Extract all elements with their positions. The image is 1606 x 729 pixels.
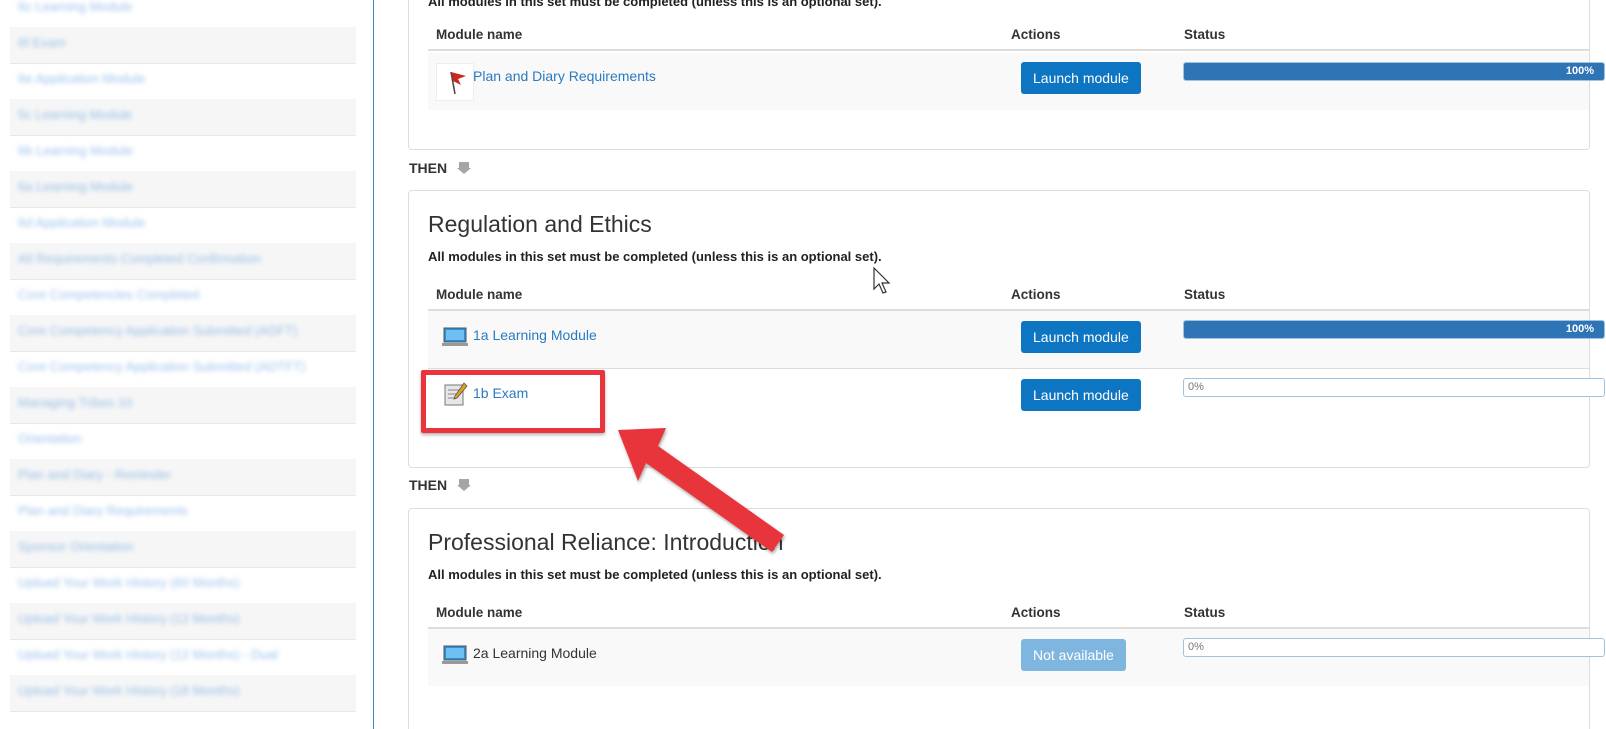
sidebar-item-label: Core Competencies Completed xyxy=(18,287,200,302)
sidebar-item-label: Upload Your Work History (12 Months) - D… xyxy=(18,647,278,662)
sidebar-item[interactable]: Managing Tribes 10 xyxy=(10,387,356,424)
sidebar-item-label: 6c Learning Module xyxy=(18,0,133,14)
sidebar-item-label: Upload Your Work History (18 Months) xyxy=(18,683,240,698)
then-label: THEN xyxy=(409,160,448,176)
progress-label: 100% xyxy=(1565,65,1594,77)
arrow-down-icon xyxy=(457,161,472,178)
laptop-icon xyxy=(442,641,468,667)
sidebar-item-label: Upload Your Work History (60 Months) xyxy=(18,575,240,590)
module-set-professional-reliance: Professional Reliance: Introduction All … xyxy=(408,508,1605,729)
launch-module-button[interactable]: Launch module xyxy=(1021,321,1141,353)
sidebar-item[interactable]: 5c Learning Module xyxy=(10,99,356,136)
sidebar-item[interactable]: Core Competency Application Submitted (A… xyxy=(10,351,356,388)
sidebar-item-label: 6a Learning Module xyxy=(18,179,133,194)
sidebar: 6c Learning Module 6f Exam 6e Application … xyxy=(0,0,374,729)
annotation-highlight-box xyxy=(421,370,605,433)
sidebar-item-label: All Requirements Completed Confirmation xyxy=(18,251,261,266)
sidebar-item-label: Core Competency Application Submitted (A… xyxy=(18,323,298,338)
sidebar-item-label: Orientation xyxy=(18,431,82,446)
then-label: THEN xyxy=(409,477,448,493)
table-row: Plan and Diary Requirements Launch modul… xyxy=(428,53,1605,110)
progress-label: 100% xyxy=(1565,323,1594,335)
progress-bar: 0% xyxy=(1183,378,1605,397)
table-header: Module name Actions Status xyxy=(428,597,1589,629)
sidebar-item-label: Plan and Diary - Reminder xyxy=(18,467,172,482)
sidebar-item[interactable]: 6f Exam xyxy=(10,27,356,64)
module-link-1a[interactable]: 1a Learning Module xyxy=(473,327,597,343)
column-status: Status xyxy=(1184,605,1226,620)
then-separator: THEN xyxy=(409,477,472,495)
sidebar-item[interactable]: Core Competencies Completed xyxy=(10,279,356,316)
sidebar-item-label: Managing Tribes 10 xyxy=(18,395,133,410)
column-status: Status xyxy=(1184,287,1226,302)
sidebar-item-label: 5c Learning Module xyxy=(18,107,133,122)
sidebar-item[interactable]: Upload Your Work History (12 Months) - D… xyxy=(10,639,356,676)
progress-label: 0% xyxy=(1188,381,1204,393)
progress-bar: 0% xyxy=(1183,638,1605,657)
column-module-name: Module name xyxy=(436,605,523,620)
sidebar-item[interactable]: Orientation xyxy=(10,423,356,460)
sidebar-item[interactable]: 6a Learning Module xyxy=(10,171,356,208)
column-actions: Actions xyxy=(1011,287,1061,302)
progress-bar: 100% xyxy=(1183,62,1605,81)
sidebar-item[interactable]: 6e Application Module xyxy=(10,63,356,100)
sidebar-item[interactable]: Upload Your Work History (18 Months) xyxy=(10,675,356,712)
not-available-button: Not available xyxy=(1021,639,1126,671)
sidebar-item-label: 6e Application Module xyxy=(18,71,146,86)
table-header: Module name Actions Status xyxy=(428,19,1589,51)
sidebar-item[interactable]: 6d Application Module xyxy=(10,207,356,244)
set-note: All modules in this set must be complete… xyxy=(428,249,882,264)
table-header: Module name Actions Status xyxy=(428,279,1589,311)
column-module-name: Module name xyxy=(436,287,523,302)
laptop-icon xyxy=(442,323,468,349)
mouse-cursor-icon xyxy=(873,267,891,294)
set-title: Regulation and Ethics xyxy=(428,211,652,237)
set-note: All modules in this set must be complete… xyxy=(428,0,882,9)
sidebar-item-label: 6d Application Module xyxy=(18,215,146,230)
sidebar-item[interactable]: 6c Learning Module xyxy=(10,0,356,28)
sidebar-item[interactable]: Upload Your Work History (12 Months) xyxy=(10,603,356,640)
sidebar-item[interactable]: Upload Your Work History (60 Months) xyxy=(10,567,356,604)
progress-bar: 100% xyxy=(1183,320,1605,339)
module-link-plan-diary[interactable]: Plan and Diary Requirements xyxy=(473,68,656,84)
sidebar-item-label: 6b Learning Module xyxy=(18,143,133,158)
column-actions: Actions xyxy=(1011,27,1061,42)
progress-label: 0% xyxy=(1188,641,1204,653)
sidebar-item-label: Plan and Diary Requirements xyxy=(18,503,188,518)
sidebar-item-label: Sponsor Orientation xyxy=(18,539,134,554)
module-set-plan-diary: All modules in this set must be complete… xyxy=(408,0,1605,150)
sidebar-item[interactable]: Plan and Diary - Reminder xyxy=(10,459,356,496)
then-separator: THEN xyxy=(409,160,472,178)
set-title: Professional Reliance: Introduction xyxy=(428,529,784,555)
column-actions: Actions xyxy=(1011,605,1061,620)
module-name-2a: 2a Learning Module xyxy=(473,645,597,661)
sidebar-item[interactable]: Plan and Diary Requirements xyxy=(10,495,356,532)
sidebar-item[interactable]: Core Competency Application Submitted (A… xyxy=(10,315,356,352)
sidebar-item-label: 6f Exam xyxy=(18,35,66,50)
launch-module-button[interactable]: Launch module xyxy=(1021,379,1141,411)
table-row: 2a Learning Module Not available 0% xyxy=(428,629,1605,686)
sidebar-item-label: Core Competency Application Submitted (A… xyxy=(18,359,306,374)
main-content: All modules in this set must be complete… xyxy=(374,0,1606,729)
sidebar-item[interactable]: 6b Learning Module xyxy=(10,135,356,172)
column-module-name: Module name xyxy=(436,27,523,42)
sidebar-item[interactable]: All Requirements Completed Confirmation xyxy=(10,243,356,280)
column-status: Status xyxy=(1184,27,1226,42)
arrow-down-icon xyxy=(457,478,472,495)
launch-module-button[interactable]: Launch module xyxy=(1021,62,1141,94)
flag-icon xyxy=(436,63,474,101)
sidebar-item[interactable]: Sponsor Orientation xyxy=(10,531,356,568)
set-note: All modules in this set must be complete… xyxy=(428,567,882,582)
table-row: 1a Learning Module Launch module 100% xyxy=(428,311,1605,369)
sidebar-item-label: Upload Your Work History (12 Months) xyxy=(18,611,240,626)
